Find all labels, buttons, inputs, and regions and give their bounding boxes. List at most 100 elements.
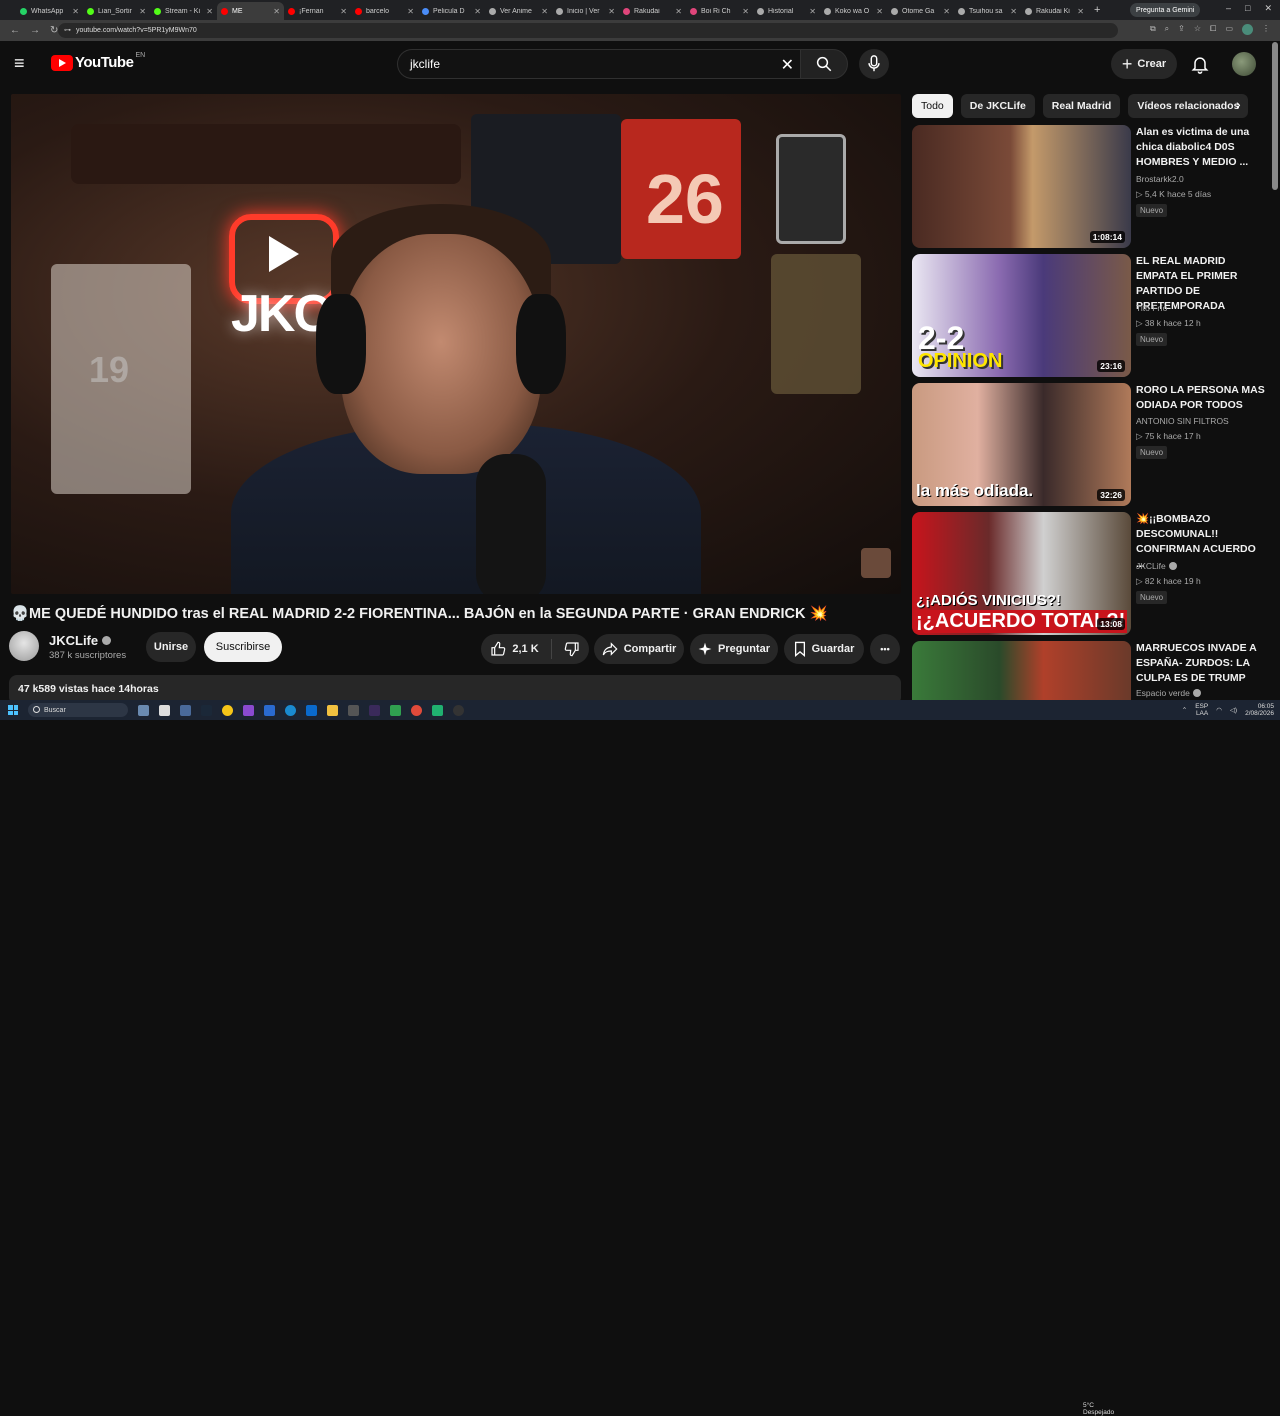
ask-button[interactable]: Preguntar — [690, 634, 778, 664]
youtube-logo[interactable]: YouTube EN — [51, 52, 145, 71]
close-tab-icon[interactable]: ✕ — [1077, 7, 1084, 16]
windows-start-icon[interactable] — [8, 705, 18, 715]
subscribe-button[interactable]: Suscribirse — [204, 632, 282, 662]
url-field[interactable]: ⊶ youtube.com/watch?v=5PR1yM9Wn70 — [58, 23, 1118, 38]
app-icon[interactable] — [390, 704, 401, 716]
minimize-button[interactable]: – — [1226, 3, 1231, 14]
close-tab-icon[interactable]: ✕ — [474, 7, 481, 16]
search-input[interactable]: jkclife ✕ — [397, 49, 800, 79]
close-window-button[interactable]: ✕ — [1264, 3, 1272, 14]
wifi-icon[interactable]: ◠ — [1216, 706, 1222, 714]
maximize-button[interactable]: □ — [1245, 3, 1250, 14]
browser-tab[interactable]: Ver Anime ✕ — [485, 2, 552, 20]
browser-tab[interactable]: Otome Ga ✕ — [887, 2, 954, 20]
close-tab-icon[interactable]: ✕ — [407, 7, 414, 16]
voice-search-button[interactable] — [859, 49, 889, 79]
app-icon[interactable] — [369, 704, 380, 716]
browser-tab[interactable]: Tsuihou sa ✕ — [954, 2, 1021, 20]
chip-real-madrid[interactable]: Real Madrid — [1042, 94, 1121, 118]
video-thumbnail[interactable]: ¿¡ADIÓS VINICIUS?! ¡¿ACUERDO TOTAL?! 13:… — [912, 512, 1131, 635]
video-thumbnail[interactable]: la más odiada. 32:26 — [912, 383, 1131, 506]
app-icon[interactable] — [453, 704, 464, 716]
steam-icon[interactable] — [201, 704, 212, 716]
recommended-video[interactable]: 1:08:14 Alan es victima de una chica dia… — [912, 125, 1257, 249]
browser-tab[interactable]: Historial ✕ — [753, 2, 820, 20]
video-thumbnail[interactable] — [912, 641, 1131, 700]
browser-tab[interactable]: Inicio | Ver ✕ — [552, 2, 619, 20]
extensions-icon[interactable]: ⧠ — [1210, 24, 1216, 35]
app-icon[interactable] — [264, 704, 275, 716]
clear-search-icon[interactable]: ✕ — [781, 55, 794, 75]
recommendation-channel[interactable]: Brostarkk2.0 — [1136, 174, 1184, 184]
recommendation-channel[interactable]: Espacio verde — [1136, 688, 1201, 698]
close-tab-icon[interactable]: ✕ — [809, 7, 816, 16]
input-language[interactable]: ESP LAA — [1195, 703, 1208, 717]
new-tab-button[interactable]: + — [1094, 4, 1100, 16]
site-info-icon[interactable]: ⊶ — [64, 26, 71, 34]
close-tab-icon[interactable]: ✕ — [675, 7, 682, 16]
search-button[interactable] — [800, 49, 848, 79]
recommendation-title[interactable]: MARRUECOS INVADE A ESPAÑA- ZURDOS: LA CU… — [1136, 641, 1257, 686]
app-icon[interactable] — [243, 704, 254, 716]
channel-avatar[interactable] — [9, 631, 39, 661]
close-tab-icon[interactable]: ✕ — [541, 7, 548, 16]
channel-watermark[interactable] — [861, 548, 891, 578]
close-tab-icon[interactable]: ✕ — [72, 7, 79, 16]
browser-tab[interactable]: Koko wa O ✕ — [820, 2, 887, 20]
zoom-icon[interactable]: ⌕ — [1165, 24, 1169, 35]
app-icon[interactable] — [180, 704, 191, 716]
create-button[interactable]: + Crear — [1111, 49, 1177, 79]
folder-icon[interactable] — [327, 704, 338, 716]
recommendation-channel[interactable]: JKCLife — [1136, 561, 1177, 571]
app-icon[interactable] — [348, 704, 359, 716]
video-player[interactable]: 26 19 JKCLi — [11, 94, 901, 594]
browser-menu-icon[interactable]: ⋮ — [1262, 24, 1270, 35]
file-icon[interactable] — [159, 704, 170, 716]
thumbs-down-icon[interactable] — [564, 641, 580, 657]
close-tab-icon[interactable]: ✕ — [876, 7, 883, 16]
recommendation-channel[interactable]: Tito Frío — [1136, 303, 1167, 313]
close-tab-icon[interactable]: ✕ — [943, 7, 950, 16]
volume-icon[interactable]: ◁) — [1230, 706, 1237, 714]
save-button[interactable]: Guardar — [784, 634, 864, 664]
clock[interactable]: 06:05 2/08/2026 — [1245, 703, 1274, 717]
browser-tab[interactable]: Boi Ri Ch ✕ — [686, 2, 753, 20]
profile-avatar[interactable] — [1242, 24, 1253, 35]
share-button[interactable]: Compartir — [594, 634, 684, 664]
edge-icon[interactable] — [285, 704, 296, 716]
browser-tab[interactable]: Rakudai ✕ — [619, 2, 686, 20]
join-button[interactable]: Unirse — [146, 632, 196, 662]
recommendation-title[interactable]: RORO LA PERSONA MAS ODIADA POR TODOS — [1136, 383, 1266, 413]
recommendation-title[interactable]: Alan es victima de una chica diabolic4 D… — [1136, 125, 1266, 170]
account-avatar[interactable] — [1232, 52, 1256, 76]
browser-tab[interactable]: Rakudai Ki ✕ — [1021, 2, 1088, 20]
bookmark-star-icon[interactable]: ☆ — [1194, 24, 1201, 35]
chevron-right-icon[interactable]: › — [1236, 96, 1241, 112]
notifications-bell-icon[interactable] — [1190, 53, 1210, 75]
recommended-video[interactable]: 2-2 OPINION 23:16 EL REAL MADRID EMPATA … — [912, 254, 1257, 378]
close-tab-icon[interactable]: ✕ — [608, 7, 615, 16]
taskbar-search-box[interactable]: Buscar — [28, 703, 128, 717]
chip-from-channel[interactable]: De JKCLife — [960, 94, 1035, 118]
chip-related[interactable]: Vídeos relacionados — [1128, 94, 1249, 118]
sidepanel-icon[interactable]: ▭ — [1225, 24, 1233, 35]
page-scrollbar[interactable] — [1272, 42, 1278, 190]
store-icon[interactable] — [306, 704, 317, 716]
browser-tab[interactable]: Stream - Ki ✕ — [150, 2, 217, 20]
back-icon[interactable]: ← — [10, 25, 20, 36]
browser-tab[interactable]: ME ✕ — [217, 2, 284, 20]
app-icon[interactable] — [222, 704, 233, 716]
translate-icon[interactable]: ⧉ — [1150, 24, 1156, 35]
video-thumbnail[interactable]: 1:08:14 — [912, 125, 1131, 248]
close-tab-icon[interactable]: ✕ — [206, 7, 213, 16]
channel-name-link[interactable]: JKCLife — [49, 633, 112, 648]
video-thumbnail[interactable]: 2-2 OPINION 23:16 — [912, 254, 1131, 377]
browser-tab[interactable]: WhatsApp ✕ — [16, 2, 83, 20]
recommended-video[interactable]: ¿¡ADIÓS VINICIUS?! ¡¿ACUERDO TOTAL?! 13:… — [912, 512, 1257, 636]
close-tab-icon[interactable]: ✕ — [340, 7, 347, 16]
gemini-button[interactable]: Pregunta a Gemini — [1130, 3, 1201, 17]
tray-chevron-icon[interactable]: ⌃ — [1182, 706, 1187, 714]
task-view-icon[interactable] — [138, 704, 149, 716]
close-tab-icon[interactable]: ✕ — [1010, 7, 1017, 16]
browser-tab[interactable]: Pelicula D ✕ — [418, 2, 485, 20]
